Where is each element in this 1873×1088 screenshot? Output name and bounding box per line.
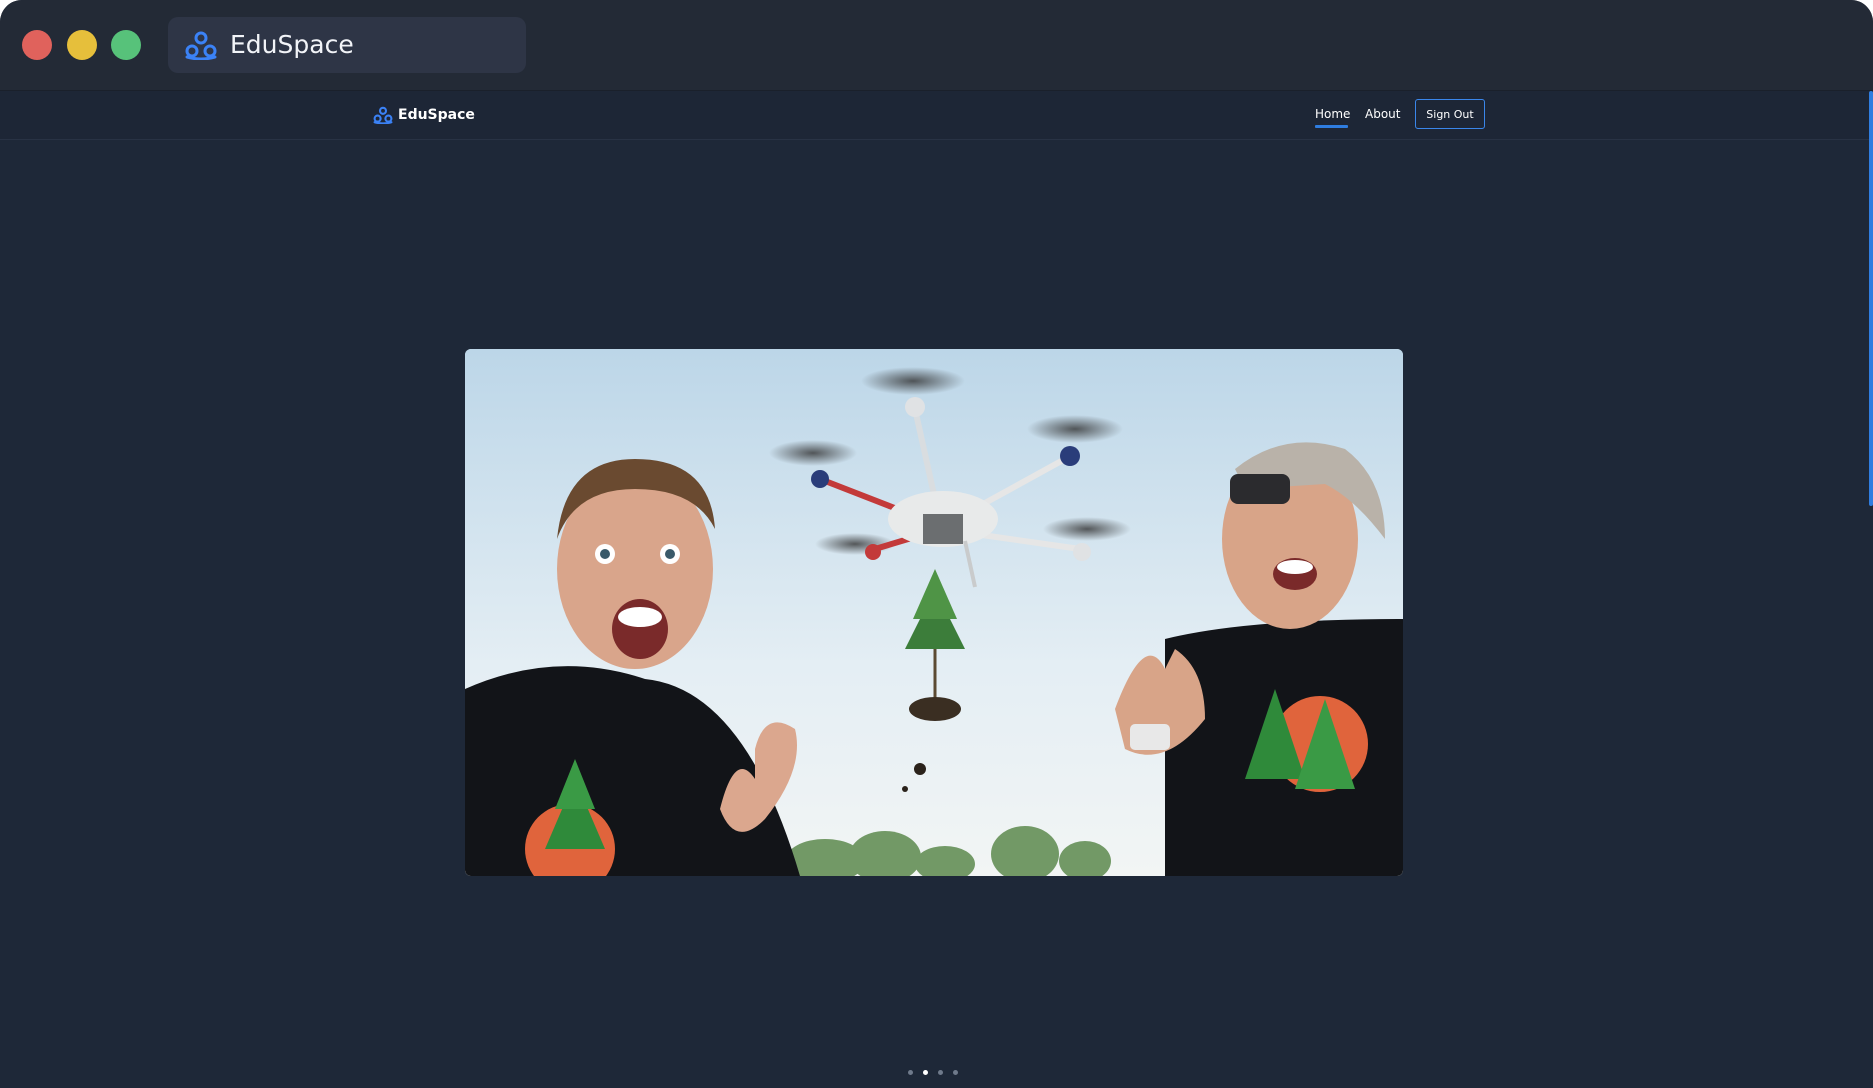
maximize-window-button[interactable]: [111, 30, 141, 60]
tab-title: EduSpace: [230, 30, 354, 59]
nav-link-home[interactable]: Home: [1315, 106, 1350, 122]
carousel-dot-3[interactable]: [938, 1070, 943, 1075]
browser-window: EduSpace EduSpace Home About Sign Out: [0, 0, 1873, 1088]
site-navbar: EduSpace Home About Sign Out: [0, 91, 1873, 140]
browser-tab[interactable]: EduSpace: [168, 17, 526, 73]
close-window-button[interactable]: [22, 30, 52, 60]
carousel-dot-1[interactable]: [908, 1070, 913, 1075]
active-link-indicator: [1315, 125, 1348, 128]
page-scrollbar-thumb[interactable]: [1869, 91, 1873, 506]
carousel-dot-2[interactable]: [923, 1070, 928, 1075]
minimize-window-button[interactable]: [67, 30, 97, 60]
title-bar: EduSpace: [0, 0, 1873, 91]
eduspace-logo-icon: [373, 106, 393, 124]
nav-link-about[interactable]: About: [1365, 106, 1400, 122]
hero-photo: [465, 349, 1403, 876]
sign-out-button[interactable]: Sign Out: [1415, 99, 1485, 129]
eduspace-logo-icon: [185, 31, 217, 60]
brand-name: EduSpace: [398, 107, 475, 123]
carousel-slide-image: [465, 349, 1403, 876]
carousel-dot-4[interactable]: [953, 1070, 958, 1075]
